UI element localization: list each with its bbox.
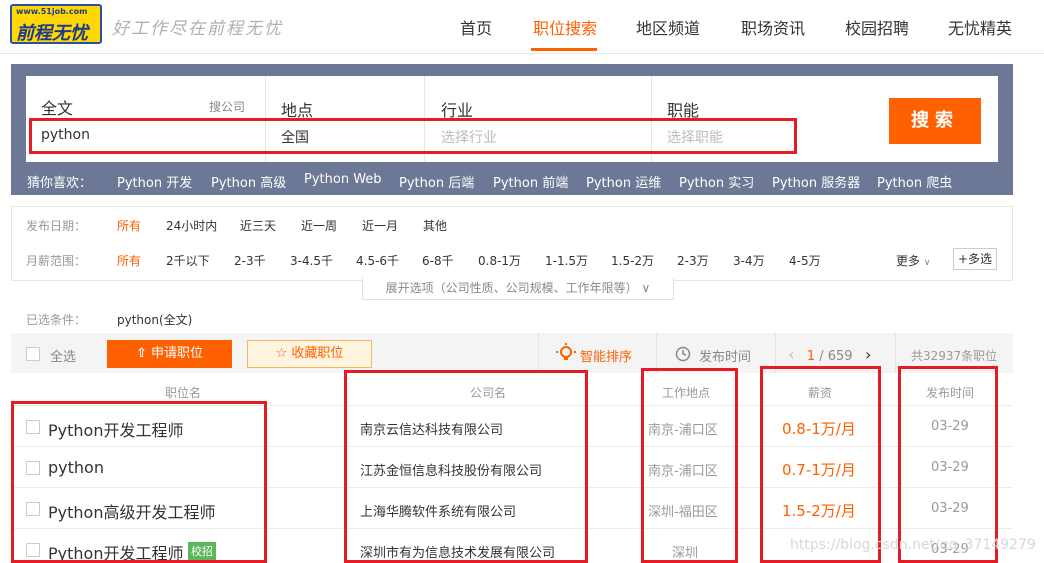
toolbar-divider	[895, 333, 896, 373]
header-divider	[0, 53, 1044, 54]
date-option[interactable]: 24小时内	[166, 217, 217, 234]
expand-options-label: 展开选项（公司性质、公司规模、工作年限等）	[385, 281, 638, 295]
conditions-label: 已选条件：	[26, 313, 87, 327]
logo-brand: 前程无忧	[16, 23, 88, 44]
favorite-job-button[interactable]: ☆ 收藏职位	[247, 340, 372, 368]
site-logo[interactable]: www.51job.com 前程无忧	[10, 4, 102, 44]
col-header-title: 职位名	[165, 386, 202, 400]
highlight-box	[344, 370, 588, 563]
expand-options-toggle[interactable]: 展开选项（公司性质、公司规模、工作年限等） ∨	[362, 278, 674, 300]
page-current: 1	[806, 349, 816, 364]
salary-option[interactable]: 3-4万	[733, 252, 765, 269]
page-total: / 659	[819, 349, 853, 364]
date-option[interactable]: 其他	[423, 217, 447, 234]
guess-item[interactable]: Python 开发	[117, 172, 192, 191]
nav-campus[interactable]: 校园招聘	[845, 15, 909, 39]
logo-url: www.51job.com	[16, 7, 88, 16]
more-dropdown[interactable]: 更多 ∨	[896, 252, 930, 269]
salary-option[interactable]: 0.8-1万	[478, 252, 521, 269]
guess-item[interactable]: Python 高级	[211, 172, 286, 191]
apply-job-button[interactable]: ⇧ 申请职位	[107, 340, 232, 368]
salary-option[interactable]: 1-1.5万	[545, 252, 588, 269]
select-all-label: 全选	[50, 350, 77, 365]
salary-option[interactable]: 2千以下	[166, 252, 210, 269]
fulltext-label: 全文	[41, 99, 74, 118]
salary-option[interactable]: 3-4.5千	[290, 252, 333, 269]
guess-item[interactable]: Python 服务器	[772, 172, 860, 191]
highlight-box	[760, 366, 881, 563]
salary-option[interactable]: 所有	[117, 252, 141, 269]
total-count: 共32937条职位	[911, 349, 998, 363]
date-option[interactable]: 近一周	[301, 217, 337, 234]
chevron-down-icon: ∨	[923, 258, 931, 268]
toolbar-divider	[538, 333, 539, 373]
salary-option[interactable]: 1.5-2万	[611, 252, 654, 269]
salary-option[interactable]: 2-3万	[677, 252, 709, 269]
time-sort[interactable]: 发布时间	[699, 346, 751, 365]
nav-elite[interactable]: 无忧精英	[948, 15, 1012, 39]
next-page-icon[interactable]: ›	[865, 345, 871, 364]
highlight-box	[898, 366, 998, 563]
salary-option[interactable]: 6-8千	[422, 252, 454, 269]
search-button[interactable]: 搜索	[889, 98, 981, 144]
toolbar-divider	[656, 333, 657, 373]
guess-item[interactable]: Python 后端	[399, 172, 474, 191]
watermark: https://blog.csdn.net/qq_37149279	[790, 537, 1036, 553]
search-company-link[interactable]: 搜公司	[209, 98, 245, 115]
pager: ‹ 1 / 659 ›	[788, 345, 871, 364]
lightbulb-icon	[556, 343, 576, 367]
apply-job-label: 申请职位	[151, 346, 204, 361]
nav-career-news[interactable]: 职场资讯	[741, 15, 805, 39]
guess-item[interactable]: Python 实习	[679, 172, 754, 191]
prev-page-icon[interactable]: ‹	[788, 345, 794, 364]
salary-option[interactable]: 4-5万	[789, 252, 821, 269]
date-filter-label: 发布日期：	[26, 219, 87, 233]
salary-filter-label: 月薪范围：	[26, 254, 87, 268]
highlight-box	[11, 401, 267, 563]
date-option[interactable]: 近一月	[362, 217, 398, 234]
highlight-box	[29, 118, 797, 154]
salary-option[interactable]: 4.5-6千	[356, 252, 399, 269]
plus-icon: +	[957, 252, 969, 266]
guess-item[interactable]: Python Web	[304, 172, 382, 187]
favorite-job-label: 收藏职位	[291, 346, 344, 361]
date-option[interactable]: 近三天	[240, 217, 276, 234]
upload-icon: ⇧	[135, 346, 147, 361]
guess-item[interactable]: Python 运维	[586, 172, 661, 191]
guess-item[interactable]: Python 前端	[493, 172, 568, 191]
filter-panel	[11, 206, 1013, 281]
nav-active-indicator	[531, 48, 597, 51]
select-all-checkbox[interactable]	[26, 347, 40, 361]
guess-label: 猜你喜欢：	[27, 176, 93, 191]
nav-job-search[interactable]: 职位搜索	[533, 15, 597, 39]
salary-option[interactable]: 2-3千	[234, 252, 266, 269]
clock-icon	[675, 346, 691, 366]
nav-region[interactable]: 地区频道	[636, 15, 700, 39]
more-label: 更多	[896, 254, 921, 268]
smart-sort[interactable]: 智能排序	[580, 346, 632, 365]
condition-tag[interactable]: python(全文)	[117, 311, 192, 328]
chevron-down-icon: ∨	[641, 281, 651, 295]
star-icon: ☆	[275, 346, 288, 361]
multi-select-label: 多选	[968, 252, 993, 266]
multi-select-button[interactable]: +多选	[953, 248, 997, 270]
highlight-box	[641, 368, 738, 563]
nav-home[interactable]: 首页	[460, 15, 492, 39]
date-option[interactable]: 所有	[117, 217, 141, 234]
guess-item[interactable]: Python 爬虫	[877, 172, 952, 191]
slogan: 好工作尽在前程无忧	[112, 19, 283, 39]
